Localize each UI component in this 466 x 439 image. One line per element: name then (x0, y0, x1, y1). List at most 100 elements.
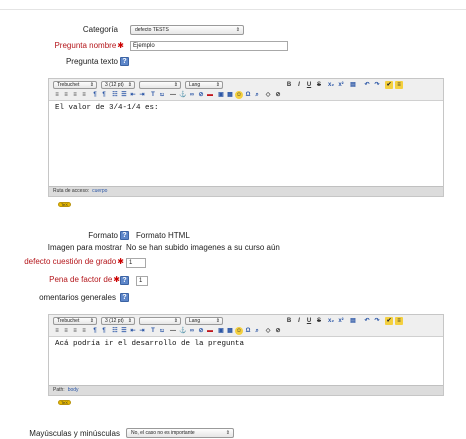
align-center-icon[interactable]: ≡ (62, 91, 70, 99)
question-name-label: Pregunta nombre✱ (20, 41, 124, 50)
special-char-icon[interactable]: Ω (244, 327, 252, 335)
emoticon-icon[interactable]: ☺ (235, 327, 243, 335)
align-right-icon[interactable]: ≡ (71, 91, 79, 99)
align-justify-icon[interactable]: ≡ (80, 327, 88, 335)
align-right-icon[interactable]: ≡ (71, 327, 79, 335)
ordered-list-icon[interactable]: ☷ (111, 327, 119, 335)
format-select[interactable]: ⇕ (139, 317, 181, 325)
spellcheck-icon[interactable]: ✔ (385, 81, 393, 89)
unlink-icon[interactable]: ⊘ (197, 327, 205, 335)
rtl-icon[interactable]: ¶ (100, 327, 108, 335)
background-color-icon[interactable]: ಬ (158, 327, 166, 335)
toggle-editor-icon[interactable]: ≡ (395, 317, 403, 325)
background-color-icon[interactable]: ಬ (158, 91, 166, 99)
font-size-select[interactable]: 3 (12 pt) ⇕ (101, 81, 135, 89)
help-icon[interactable]: ? (120, 276, 129, 285)
table-icon[interactable]: ▦ (226, 327, 234, 335)
status-path-label: Ruta de acceso: (53, 188, 90, 194)
question-name-input[interactable]: Ejemplo (130, 41, 288, 51)
search-replace-icon[interactable]: ⌕ (253, 327, 261, 335)
help-icon[interactable]: ? (120, 231, 129, 240)
nolink-icon[interactable]: ▬ (206, 91, 214, 99)
format-select[interactable]: ⇕ (139, 81, 181, 89)
penalty-factor-input[interactable]: 1 (136, 276, 148, 286)
table-icon[interactable]: ▦ (226, 91, 234, 99)
indent-icon[interactable]: ⇥ (138, 327, 146, 335)
strikethrough-icon[interactable]: S (315, 81, 323, 89)
lang-select[interactable]: Lang ⇕ (185, 81, 223, 89)
tex-toggle-button[interactable]: TeX (58, 400, 71, 405)
underline-icon[interactable]: U (305, 81, 313, 89)
help-icon[interactable]: ? (120, 293, 129, 302)
subscript-icon[interactable]: x₂ (327, 81, 335, 89)
clean-word-icon[interactable]: ▤ (349, 81, 357, 89)
font-family-select[interactable]: Trebuchet ⇕ (53, 81, 97, 89)
anchor-icon[interactable]: ⚓ (179, 327, 187, 335)
question-text-area[interactable]: El valor de 3/4-1/4 es: (49, 101, 443, 186)
bold-icon[interactable]: B (285, 81, 293, 89)
default-grade-input[interactable]: 1 (126, 258, 146, 268)
subscript-icon[interactable]: x₂ (327, 317, 335, 325)
ordered-list-icon[interactable]: ☷ (111, 91, 119, 99)
fullscreen-icon[interactable]: ⊘ (274, 91, 282, 99)
unordered-list-icon[interactable]: ☰ (120, 91, 128, 99)
tex-toggle-button[interactable]: TeX (58, 202, 71, 207)
redo-icon[interactable]: ↷ (373, 81, 381, 89)
required-icon: ✱ (117, 41, 124, 50)
bold-icon[interactable]: B (285, 317, 293, 325)
font-family-select[interactable]: Trebuchet ⇕ (53, 317, 97, 325)
lang-select[interactable]: Lang ⇕ (185, 317, 223, 325)
ltr-icon[interactable]: ¶ (91, 91, 99, 99)
general-feedback-area[interactable]: Acá podría ir el desarrollo de la pregun… (49, 337, 443, 385)
redo-icon[interactable]: ↷ (373, 317, 381, 325)
underline-icon[interactable]: U (305, 317, 313, 325)
text-color-icon[interactable]: T (149, 327, 157, 335)
undo-icon[interactable]: ↶ (363, 81, 371, 89)
default-grade-label-text: defecto cuestión de grado (24, 257, 117, 266)
outdent-icon[interactable]: ⇤ (129, 327, 137, 335)
ltr-icon[interactable]: ¶ (91, 327, 99, 335)
align-left-icon[interactable]: ≡ (53, 91, 61, 99)
font-size-select[interactable]: 3 (12 pt) ⇕ (101, 317, 135, 325)
case-sensitivity-select[interactable]: No, el caso no es importante ⇕ (126, 428, 234, 438)
image-icon[interactable]: ▣ (217, 327, 225, 335)
text-color-icon[interactable]: T (149, 91, 157, 99)
undo-icon[interactable]: ↶ (363, 317, 371, 325)
superscript-icon[interactable]: x² (337, 81, 345, 89)
html-source-icon[interactable]: ◇ (264, 91, 272, 99)
link-icon[interactable]: ∞ (188, 91, 196, 99)
emoticon-icon[interactable]: ☺ (235, 91, 243, 99)
indent-icon[interactable]: ⇥ (138, 91, 146, 99)
html-source-icon[interactable]: ◇ (264, 327, 272, 335)
special-char-icon[interactable]: Ω (244, 91, 252, 99)
image-icon[interactable]: ▣ (217, 91, 225, 99)
toggle-editor-icon[interactable]: ≡ (395, 81, 403, 89)
unordered-list-icon[interactable]: ☰ (120, 327, 128, 335)
outdent-icon[interactable]: ⇤ (129, 91, 137, 99)
nolink-icon[interactable]: ▬ (206, 327, 214, 335)
italic-icon[interactable]: I (295, 317, 303, 325)
help-icon[interactable]: ? (120, 57, 129, 66)
superscript-icon[interactable]: x² (337, 317, 345, 325)
search-replace-icon[interactable]: ⌕ (253, 91, 261, 99)
strikethrough-icon[interactable]: S (315, 317, 323, 325)
spellcheck-icon[interactable]: ✔ (385, 317, 393, 325)
anchor-icon[interactable]: ⚓ (179, 91, 187, 99)
rtl-icon[interactable]: ¶ (100, 91, 108, 99)
fullscreen-icon[interactable]: ⊘ (274, 327, 282, 335)
general-feedback-editor: Trebuchet ⇕ 3 (12 pt) ⇕ ⇕ Lang ⇕ B I U S x₂… (48, 314, 444, 396)
editor-status-bar: Ruta de acceso: cuerpo (49, 186, 443, 196)
align-left-icon[interactable]: ≡ (53, 327, 61, 335)
status-path-link[interactable]: body (68, 387, 79, 393)
align-center-icon[interactable]: ≡ (62, 327, 70, 335)
chevron-updown-icon: ⇕ (173, 82, 178, 88)
unlink-icon[interactable]: ⊘ (197, 91, 205, 99)
clean-word-icon[interactable]: ▤ (349, 317, 357, 325)
horizontal-rule-icon[interactable]: — (169, 91, 177, 99)
status-path-link[interactable]: cuerpo (92, 188, 107, 194)
horizontal-rule-icon[interactable]: — (169, 327, 177, 335)
align-justify-icon[interactable]: ≡ (80, 91, 88, 99)
italic-icon[interactable]: I (295, 81, 303, 89)
link-icon[interactable]: ∞ (188, 327, 196, 335)
category-select[interactable]: defecto TESTS ⇕ (130, 25, 244, 35)
